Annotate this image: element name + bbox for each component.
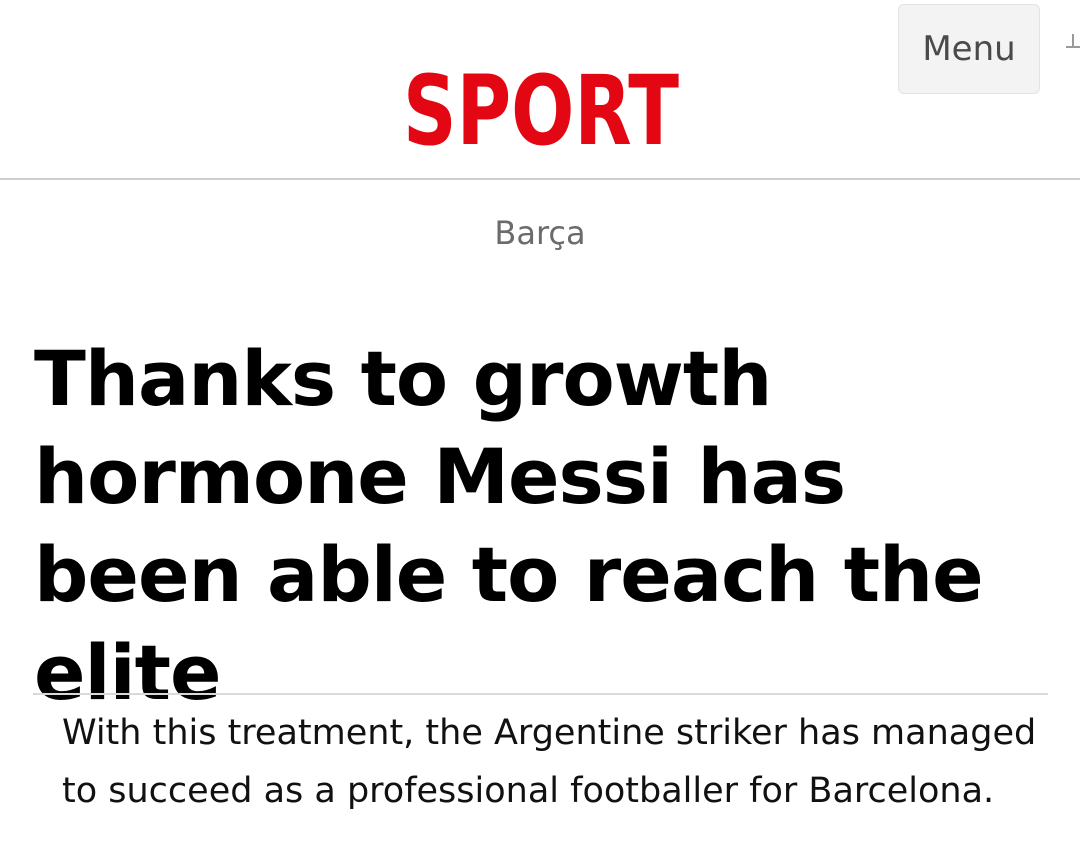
article-subtitle: With this treatment, the Argentine strik… (62, 713, 1037, 811)
divider (33, 693, 1048, 695)
sport-logo-icon: SPORT (403, 68, 679, 154)
partial-icon[interactable] (1066, 34, 1080, 48)
sport-logo-text: SPORT (403, 68, 679, 154)
article-headline: Thanks to growth hormone Messi has been … (34, 334, 984, 717)
section-link-barca[interactable]: Barça (0, 214, 1080, 252)
site-header: SPORT Menu (0, 0, 1080, 180)
menu-button[interactable]: Menu (898, 4, 1040, 94)
sport-logo[interactable]: SPORT (400, 68, 682, 154)
